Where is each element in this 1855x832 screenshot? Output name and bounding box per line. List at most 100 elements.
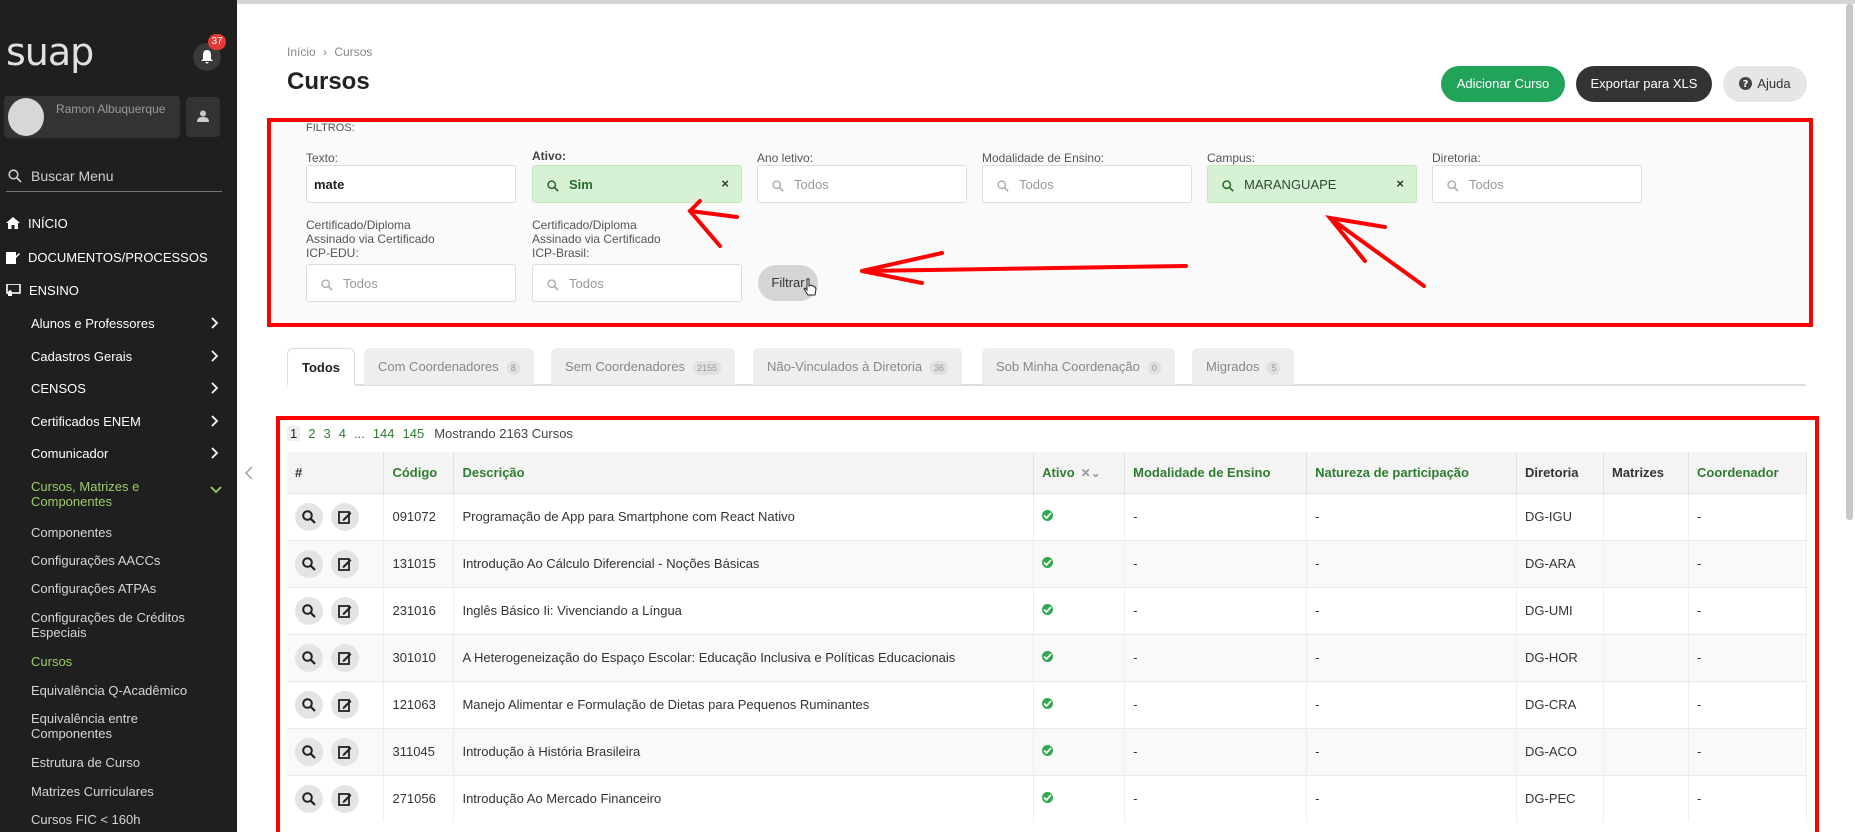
sort-clear-icon[interactable]: ✕⌄: [1081, 466, 1101, 480]
tab-count-badge: 2155: [692, 361, 721, 375]
page-link[interactable]: 2: [308, 426, 315, 441]
sidebar-item-matrizes-curriculares[interactable]: Matrizes Curriculares: [31, 784, 221, 799]
view-button[interactable]: [295, 737, 323, 766]
breadcrumb-home-link[interactable]: Início: [287, 45, 316, 59]
sidebar-item-certificados-enem[interactable]: Certificados ENEM: [31, 414, 221, 429]
filter-icp-brasil-select[interactable]: Todos: [532, 264, 742, 302]
filter-texto-input[interactable]: mate: [306, 165, 516, 203]
column-header-ativo[interactable]: Ativo ✕⌄: [1033, 452, 1126, 493]
page-link[interactable]: 144: [373, 426, 395, 441]
view-button[interactable]: [295, 549, 323, 578]
view-button[interactable]: [295, 643, 323, 672]
tab-com-coordenadores[interactable]: Com Coordenadores 8: [364, 348, 534, 385]
edit-button[interactable]: [331, 784, 359, 813]
table-row: 301010 A Heterogeneização do Espaço Escol…: [287, 633, 1808, 681]
filter-diretoria-select[interactable]: Todos: [1432, 165, 1642, 203]
tab-label: Sob Minha Coordenação: [996, 359, 1140, 374]
cell-diretoria: DG-UMI: [1516, 586, 1604, 634]
row-actions-cell: [287, 680, 385, 728]
cell-modalidade: -: [1124, 492, 1308, 540]
column-header-codigo[interactable]: Código: [383, 452, 455, 493]
tab-nao-vinculados[interactable]: Não-Vinculados à Diretoria 36: [753, 348, 963, 385]
sidebar-item-cursos-matrizes[interactable]: Cursos, Matrizes e Componentes: [31, 479, 181, 509]
page-link[interactable]: 4: [339, 426, 346, 441]
clear-campus-icon[interactable]: ×: [1396, 176, 1404, 191]
add-course-button[interactable]: Adicionar Curso: [1441, 66, 1565, 102]
sidebar-item-ensino[interactable]: ENSINO: [6, 279, 79, 301]
menu-search-input[interactable]: Buscar Menu: [6, 164, 222, 192]
cell-natureza: -: [1306, 586, 1518, 634]
sidebar-item-comunicador[interactable]: Comunicador: [31, 446, 221, 461]
page-link[interactable]: 1: [287, 426, 301, 441]
sidebar-item-documentos[interactable]: DOCUMENTOS/PROCESSOS: [6, 246, 208, 268]
tab-todos[interactable]: Todos: [287, 348, 356, 386]
edit-button[interactable]: [331, 549, 359, 578]
suap-logo[interactable]: suap: [6, 30, 94, 74]
filter-icp-edu-select[interactable]: Todos: [306, 264, 516, 302]
edit-button[interactable]: [331, 596, 359, 625]
clear-ativo-icon[interactable]: ×: [721, 176, 729, 191]
cell-modalidade: -: [1124, 680, 1308, 728]
tab-sob-minha-coordenacao[interactable]: Sob Minha Coordenação 0: [982, 348, 1175, 385]
tab-migrados[interactable]: Migrados 5: [1192, 348, 1295, 385]
chevron-right-icon: [211, 381, 219, 399]
sidebar-item-censos[interactable]: CENSOS: [31, 381, 221, 396]
svg-text:?: ?: [1743, 79, 1749, 90]
cell-ativo: [1033, 586, 1126, 634]
view-button[interactable]: [295, 784, 323, 813]
bell-icon: [201, 50, 213, 64]
column-header-descricao[interactable]: Descrição: [453, 452, 1035, 493]
sidebar-item-alunos-professores[interactable]: Alunos e Professores: [31, 316, 221, 331]
home-icon: [6, 217, 20, 229]
cell-diretoria: DG-IGU: [1516, 492, 1604, 540]
cell-ativo: [1033, 539, 1126, 587]
sidebar-item-config-atpas[interactable]: Configurações ATPAs: [31, 581, 221, 596]
sidebar-item-equivalencia-qacademico[interactable]: Equivalência Q-Acadêmico: [31, 683, 221, 698]
view-button[interactable]: [295, 502, 323, 531]
cell-matrizes: [1603, 774, 1689, 822]
edit-button[interactable]: [331, 643, 359, 672]
sidebar-item-config-aaccs[interactable]: Configurações AACCs: [31, 553, 221, 568]
filter-ano-select[interactable]: Todos: [757, 165, 967, 203]
column-header-coordenador[interactable]: Coordenador: [1688, 452, 1808, 493]
sidebar-item-equivalencia-componentes[interactable]: Equivalência entre Componentes: [31, 711, 221, 741]
filter-ativo-select[interactable]: Sim ×: [532, 165, 742, 203]
page-link[interactable]: 3: [323, 426, 330, 441]
table-row: 091072 Programação de App para Smartphone…: [287, 492, 1808, 540]
page-link[interactable]: 145: [402, 426, 424, 441]
table-header-row: # Código Descrição Ativo ✕⌄ Modalidade de…: [287, 452, 1808, 493]
cell-coordenador: -: [1688, 633, 1808, 681]
edit-button[interactable]: [331, 690, 359, 719]
search-icon: [321, 279, 333, 291]
courses-table: # Código Descrição Ativo ✕⌄ Modalidade de…: [287, 452, 1808, 822]
sidebar-item-cadastros-gerais[interactable]: Cadastros Gerais: [31, 349, 221, 364]
edit-button[interactable]: [331, 737, 359, 766]
user-menu-button[interactable]: [186, 97, 220, 137]
search-icon: [547, 279, 559, 291]
tab-sem-coordenadores[interactable]: Sem Coordenadores 2155: [551, 348, 735, 385]
filter-modalidade-select[interactable]: Todos: [982, 165, 1192, 203]
sidebar-item-config-creditos[interactable]: Configurações de Créditos Especiais: [31, 610, 221, 640]
view-button[interactable]: [295, 596, 323, 625]
view-button[interactable]: [295, 690, 323, 719]
search-icon: [302, 556, 316, 571]
sidebar-item-estrutura-curso[interactable]: Estrutura de Curso: [31, 755, 221, 770]
edit-button[interactable]: [331, 502, 359, 531]
help-button[interactable]: ? Ajuda: [1723, 66, 1807, 102]
filter-campus-select[interactable]: MARANGUAPE ×: [1207, 165, 1417, 203]
column-header-modalidade[interactable]: Modalidade de Ensino: [1124, 452, 1308, 493]
sidebar-item-componentes[interactable]: Componentes: [31, 525, 221, 540]
page-scrollbar[interactable]: [1846, 4, 1853, 520]
cell-diretoria: DG-CRA: [1516, 680, 1604, 728]
cell-codigo: 301010: [383, 633, 455, 681]
export-xls-button[interactable]: Exportar para XLS: [1576, 66, 1712, 102]
sidebar-item-cursos[interactable]: Cursos: [31, 654, 221, 669]
user-profile[interactable]: Ramon Albuquerque: [4, 96, 180, 138]
collapse-sidebar-icon[interactable]: [244, 466, 253, 485]
sidebar-item-inicio[interactable]: INÍCIO: [6, 212, 68, 234]
column-header-natureza[interactable]: Natureza de participação: [1306, 452, 1518, 493]
sidebar-item-cursos-fic[interactable]: Cursos FIC < 160h: [31, 812, 221, 827]
cell-modalidade: -: [1124, 539, 1308, 587]
chevron-right-icon: [211, 349, 219, 367]
document-edit-icon: [6, 251, 20, 264]
